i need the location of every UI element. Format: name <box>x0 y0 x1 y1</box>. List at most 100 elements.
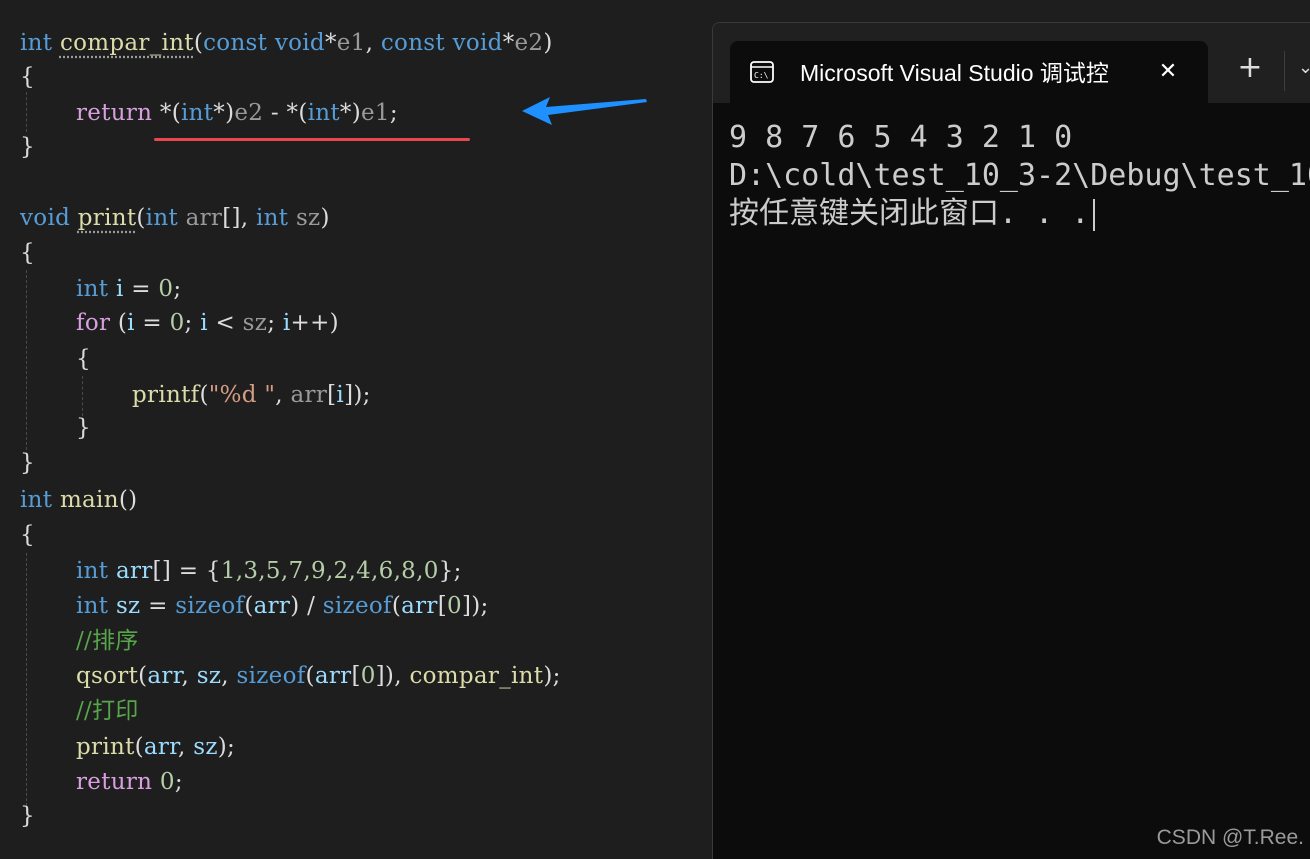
punct: * <box>502 30 515 56</box>
console-output-line: 9 8 7 6 5 4 3 2 1 0 <box>729 120 1073 155</box>
console-prompt-text: 按任意键关闭此窗口. . . <box>729 196 1090 231</box>
parameter: arr <box>185 205 223 231</box>
code-line[interactable]: //排序 <box>76 625 139 657</box>
code-line[interactable]: } <box>20 131 35 163</box>
variable: i <box>336 382 345 408</box>
variable: sz <box>193 734 218 760</box>
code-line[interactable]: for (i = 0; i < sz; i++) <box>76 307 339 339</box>
console-window[interactable]: C:\ Microsoft Visual Studio 调试控 ✕ + ⌄ 9 … <box>712 22 1310 859</box>
code-line[interactable]: { <box>20 61 35 93</box>
console-tab[interactable]: C:\ Microsoft Visual Studio 调试控 ✕ <box>730 41 1208 103</box>
punct: ; <box>184 310 201 336</box>
code-line[interactable]: void print(int arr[], int sz) <box>20 202 330 234</box>
code-line[interactable]: return *(int*)e2 - *(int*)e1; <box>76 97 398 129</box>
keyword: int <box>256 205 289 231</box>
operator: = <box>134 310 170 336</box>
keyword: int <box>180 100 214 126</box>
punct: ( <box>110 310 128 336</box>
keyword: int <box>20 487 53 513</box>
operator: - <box>263 100 287 126</box>
variable: arr <box>253 593 291 619</box>
function-name: print <box>77 205 137 231</box>
punct: , <box>275 382 291 408</box>
punct: , <box>178 734 194 760</box>
code-line[interactable]: qsort(arr, sz, sizeof(arr[0]), compar_in… <box>76 660 561 692</box>
keyword: const <box>203 30 268 56</box>
punct: *) <box>213 100 235 126</box>
tab-title: Microsoft Visual Studio 调试控 <box>800 60 1109 86</box>
punct: () <box>118 487 138 513</box>
function-name: print <box>76 734 135 760</box>
punct: ) <box>320 205 330 231</box>
code-line[interactable]: int arr[] = {1,3,5,7,9,2,4,6,8,0}; <box>76 555 462 587</box>
parameter: e1 <box>336 30 366 56</box>
keyword: int <box>20 30 53 56</box>
punct: [ <box>351 663 361 689</box>
punct: ; <box>267 310 283 336</box>
variable: sz <box>196 663 222 689</box>
code-line[interactable]: return 0; <box>76 766 183 798</box>
code-line[interactable]: { <box>76 343 91 375</box>
code-line[interactable]: int sz = sizeof(arr) / sizeof(arr[0]); <box>76 590 489 622</box>
brace: } <box>20 803 35 829</box>
variable: i <box>127 310 135 336</box>
code-line[interactable]: int compar_int(const void*e1, const void… <box>20 27 553 59</box>
punct: [ <box>327 382 337 408</box>
punct: ]); <box>344 382 371 408</box>
code-line[interactable]: { <box>20 519 35 551</box>
punct: ]), <box>375 663 410 689</box>
punct: * <box>324 30 337 56</box>
punct: }; <box>438 558 462 584</box>
punct: ( <box>193 30 204 56</box>
code-line[interactable]: int main() <box>20 484 137 516</box>
keyword: sizeof <box>236 663 306 689</box>
code-line[interactable]: } <box>20 800 35 832</box>
operator: ++) <box>290 310 339 336</box>
punct: , <box>181 663 197 689</box>
close-tab-button[interactable]: ✕ <box>1154 58 1182 86</box>
punct: *( <box>286 100 308 126</box>
code-line[interactable]: } <box>20 447 35 479</box>
keyword: return <box>76 100 153 126</box>
variable: arr <box>401 593 438 619</box>
variable: i <box>115 276 124 302</box>
punct: ; <box>389 100 398 126</box>
code-editor[interactable]: int compar_int(const void*e1, const void… <box>0 0 712 858</box>
parameter: e2 <box>514 30 544 56</box>
code-line[interactable]: { <box>20 237 35 269</box>
keyword: int <box>76 558 109 584</box>
punct: ; <box>173 276 182 302</box>
variable: arr <box>147 663 182 689</box>
number-list: 1,3,5,7,9,2,4,6,8,0 <box>220 558 439 584</box>
operator: = <box>123 276 159 302</box>
operator: ) / <box>290 593 323 619</box>
code-line[interactable]: printf("%d ", arr[i]); <box>132 379 371 411</box>
keyword: void <box>274 30 325 56</box>
punct: ( <box>391 593 402 619</box>
punct: ( <box>134 734 144 760</box>
punct: ( <box>199 382 209 408</box>
parameter: sz <box>242 310 268 336</box>
function-name: compar_int <box>59 30 194 56</box>
code-line[interactable]: int i = 0; <box>76 273 181 305</box>
operator: = <box>140 593 176 619</box>
punct: ( <box>138 663 148 689</box>
code-line[interactable]: } <box>76 412 91 444</box>
chevron-down-icon[interactable]: ⌄ <box>1298 57 1310 78</box>
keyword: int <box>76 593 109 619</box>
brace: { <box>20 64 35 90</box>
keyword: int <box>76 276 109 302</box>
text-cursor <box>1093 198 1096 231</box>
punct: ( <box>244 593 254 619</box>
code-line[interactable]: //打印 <box>76 695 139 727</box>
punct <box>152 769 160 795</box>
code-line[interactable]: print(arr, sz); <box>76 731 235 763</box>
parameter: sz <box>295 205 321 231</box>
keyword: int <box>145 205 178 231</box>
brace: } <box>76 415 91 441</box>
keyword: for <box>76 310 111 336</box>
console-output-line: 按任意键关闭此窗口. . . <box>729 195 1096 233</box>
new-tab-button[interactable]: + <box>1235 53 1265 83</box>
comment: //排序 <box>76 628 139 654</box>
number: 0 <box>158 276 174 302</box>
